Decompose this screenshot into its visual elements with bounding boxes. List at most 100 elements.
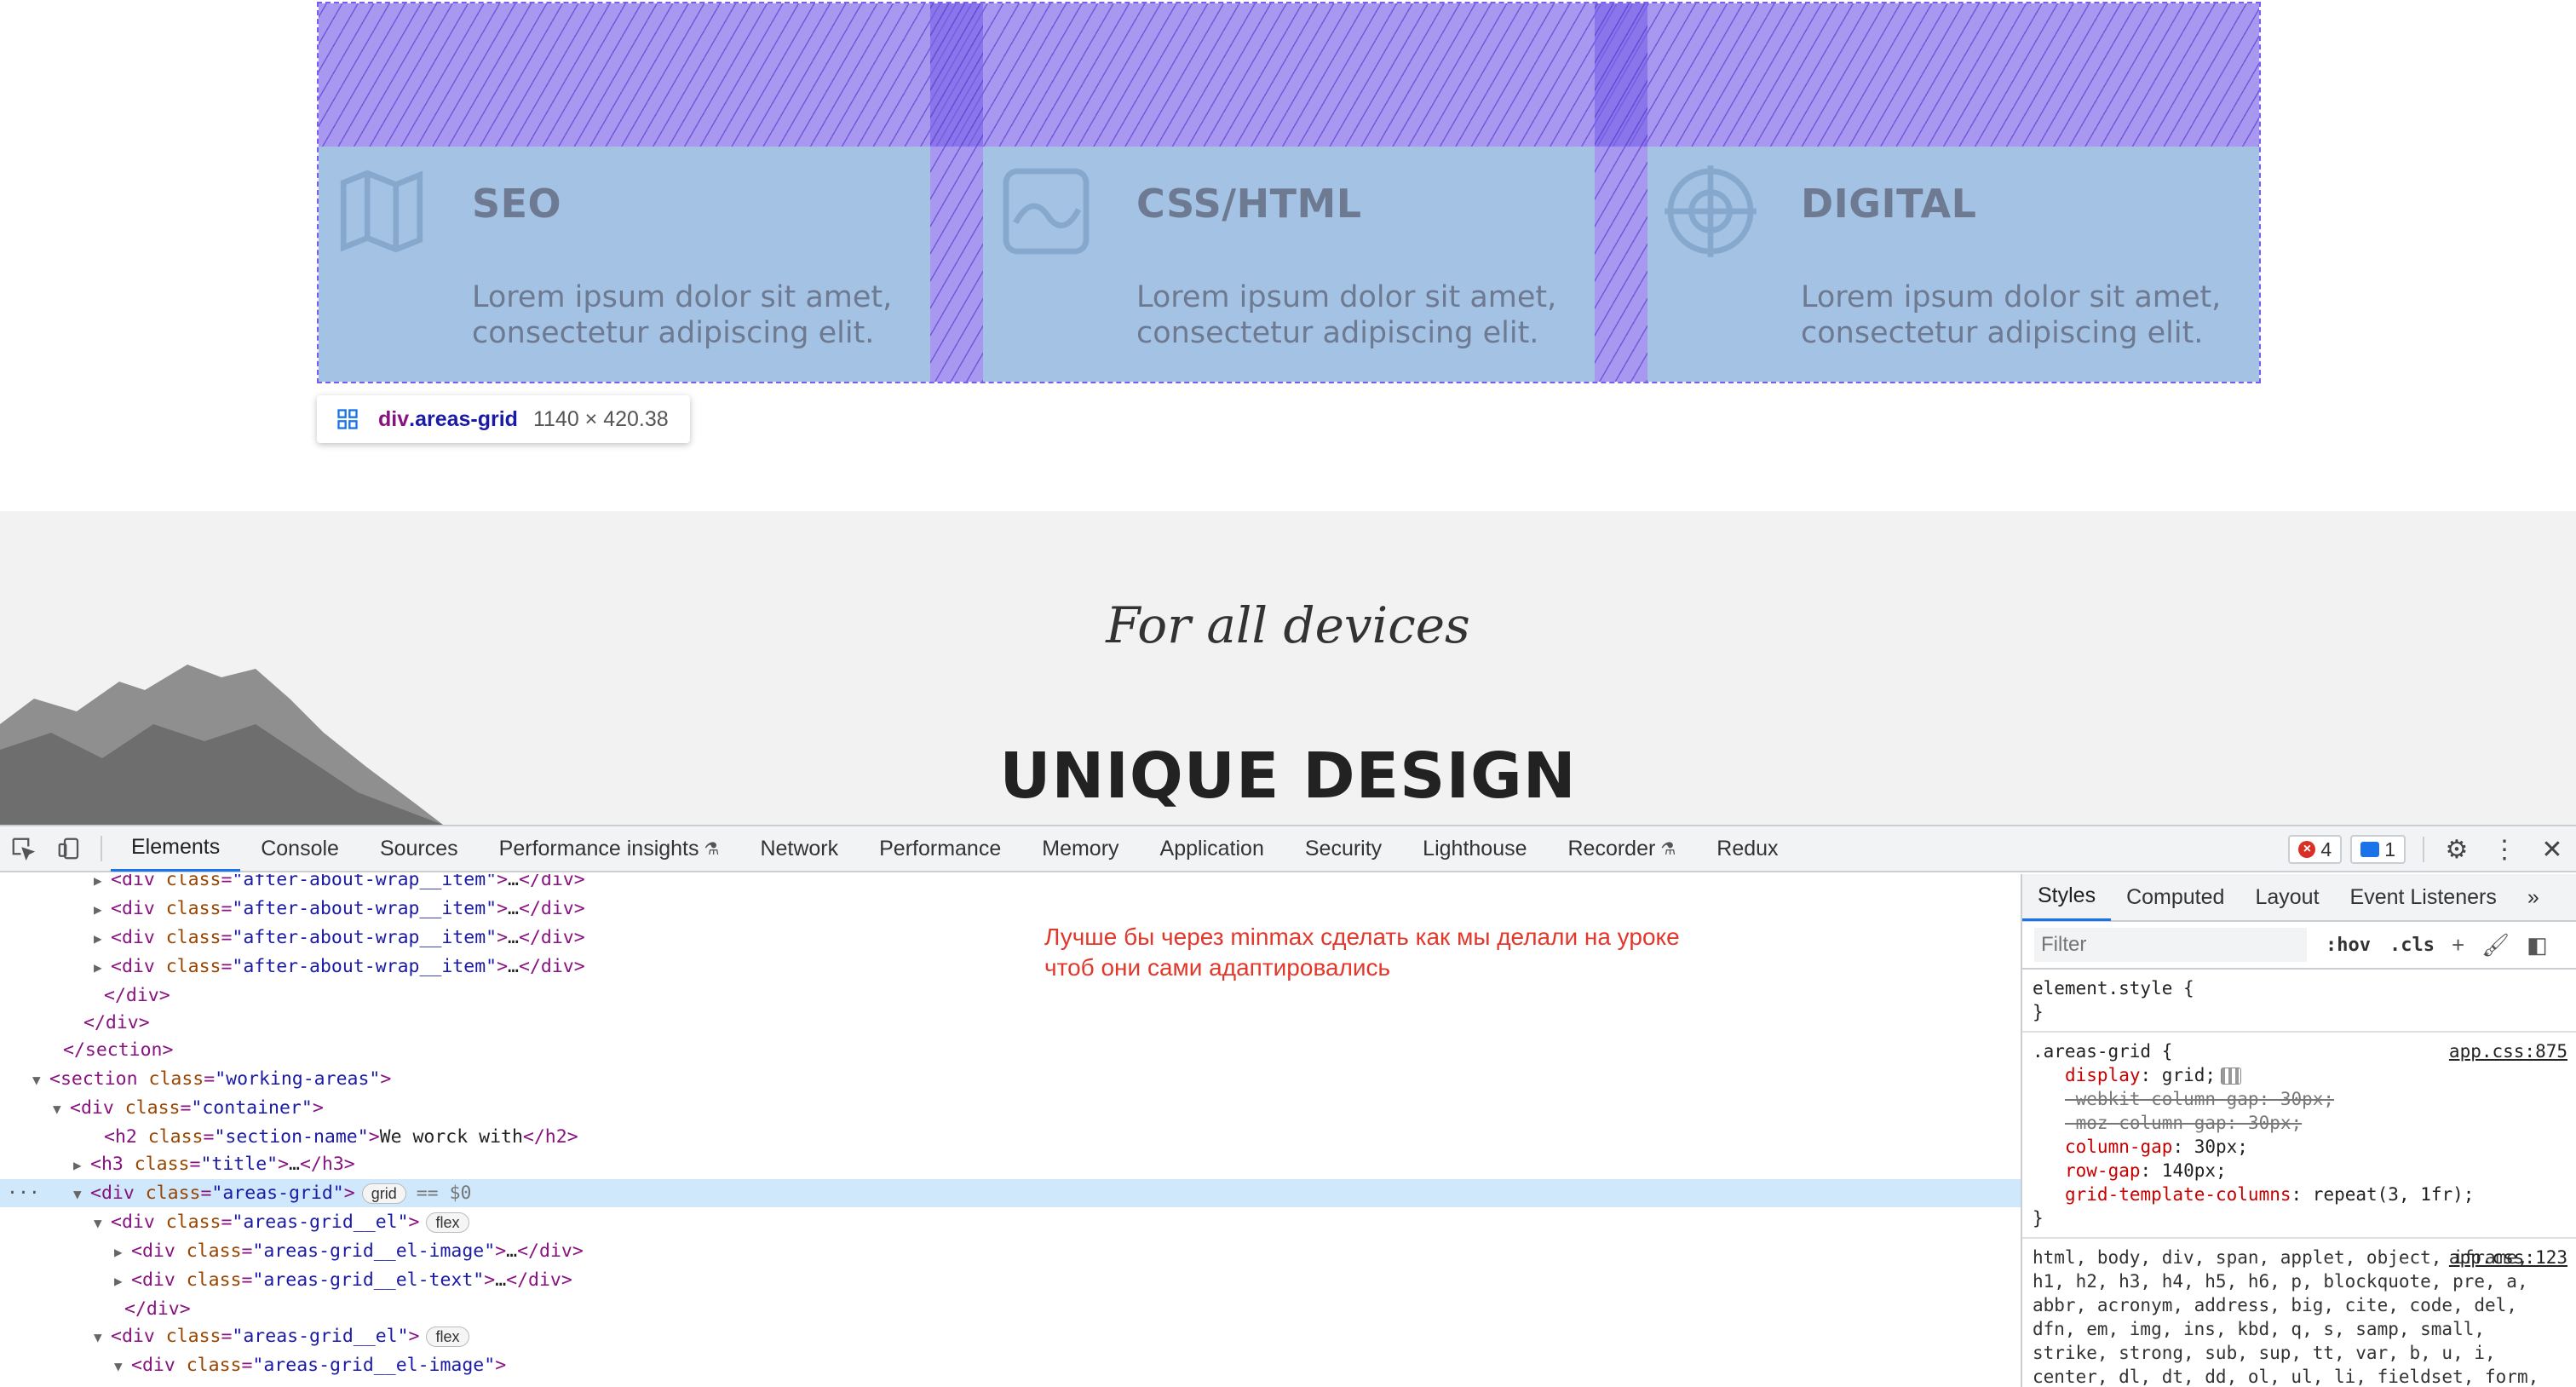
new-rule-icon[interactable]: + — [2452, 932, 2464, 958]
css-declaration[interactable]: column-gap: 30px; — [2033, 1135, 2566, 1159]
area-title: DIGITAL — [1801, 181, 1977, 227]
attribute-value: "after-about-wrap__item" — [232, 956, 497, 977]
attribute-equals: = — [221, 1211, 233, 1233]
css-property-name[interactable]: display — [2065, 1065, 2141, 1085]
collapse-triangle-icon[interactable]: ▼ — [32, 1066, 49, 1094]
tab-sources[interactable]: Sources — [359, 826, 479, 872]
collapse-triangle-icon[interactable]: ▼ — [73, 1180, 90, 1208]
message-count-badge[interactable]: 1 — [2350, 835, 2406, 864]
stylesheet-link[interactable]: app.css:123 — [2449, 1246, 2567, 1269]
devtools-toolbar-right: × 4 1 ⚙ ⋮ ✕ — [2288, 826, 2576, 872]
dom-node-line[interactable]: </section> — [0, 1036, 2021, 1064]
more-tabs-icon[interactable]: » — [2512, 874, 2555, 921]
paint-brush-icon[interactable]: 🖌 — [2481, 932, 2510, 958]
tab-lighthouse[interactable]: Lighthouse — [1402, 826, 1547, 872]
tab-event-listeners[interactable]: Event Listeners — [2335, 874, 2512, 921]
dom-node-line[interactable]: ▶ <h3 class="title">…</h3> — [0, 1150, 2021, 1178]
gear-icon[interactable]: ⚙ — [2433, 826, 2481, 872]
css-property-value[interactable]: : 30px; — [2259, 1089, 2335, 1109]
expand-triangle-icon[interactable]: ▶ — [73, 1151, 90, 1179]
css-property-name[interactable]: grid-template-columns — [2065, 1184, 2291, 1205]
hover-state-toggle[interactable]: :hov — [2326, 935, 2371, 956]
element-style-selector[interactable]: element.style { — [2033, 976, 2566, 1000]
dom-node-line[interactable]: ▶ <div class="areas-grid__el-image">…</di… — [0, 1237, 2021, 1265]
css-property-value[interactable]: : grid; — [2141, 1065, 2217, 1085]
css-declaration[interactable]: row-gap: 140px; — [2033, 1159, 2566, 1183]
css-declaration[interactable]: display: grid; — [2033, 1063, 2566, 1087]
dom-node-line[interactable]: ▼ <div class="areas-grid__el-image"> — [0, 1351, 2021, 1379]
class-toggle[interactable]: .cls — [2389, 935, 2435, 956]
styles-filter-input[interactable] — [2034, 928, 2307, 962]
attribute-name: class — [186, 1240, 242, 1262]
tab-computed[interactable]: Computed — [2111, 874, 2240, 921]
dom-node-line[interactable]: ▼ <div class="areas-grid__el"> flex — [0, 1322, 2021, 1350]
css-property-value[interactable]: : 30px; — [2227, 1113, 2303, 1133]
dom-node-line[interactable]: </div> — [0, 1295, 2021, 1323]
css-declaration[interactable]: -webkit-column-gap: 30px; — [2033, 1087, 2566, 1111]
expand-triangle-icon[interactable]: ▶ — [94, 895, 111, 924]
tab-layout[interactable]: Layout — [2240, 874, 2334, 921]
attribute-name: class — [165, 1326, 221, 1347]
dom-node-line[interactable]: ··· ▼ <div class="areas-grid"> grid == $0 — [0, 1179, 2021, 1207]
node-actions-icon[interactable]: ··· — [7, 1179, 40, 1207]
tab-memory[interactable]: Memory — [1021, 826, 1139, 872]
dom-node-line[interactable]: ▼ <div class="container"> — [0, 1094, 2021, 1122]
collapse-triangle-icon[interactable]: ▼ — [114, 1352, 131, 1380]
dom-node-line[interactable]: </div> — [0, 1009, 2021, 1037]
expand-triangle-icon[interactable]: ▶ — [94, 874, 111, 895]
css-property-name[interactable]: column-gap — [2065, 1137, 2172, 1157]
tab-security[interactable]: Security — [1285, 826, 1402, 872]
tag-name: <div — [111, 1211, 166, 1233]
toggle-sidebar-icon[interactable]: ◧ — [2527, 932, 2548, 958]
tab-recorder[interactable]: Recorder ⚗ — [1548, 826, 1697, 872]
rule-close-brace: } — [2033, 1002, 2044, 1022]
collapse-triangle-icon[interactable]: ▼ — [53, 1095, 70, 1123]
error-count-badge[interactable]: × 4 — [2288, 835, 2343, 864]
dom-node-line[interactable]: ▼ <section class="working-areas"> — [0, 1065, 2021, 1093]
dom-node-line[interactable]: ▼ <div class="areas-grid__el"> flex — [0, 1208, 2021, 1236]
tab-application[interactable]: Application — [1140, 826, 1285, 872]
css-property-value[interactable]: : 30px; — [2172, 1137, 2248, 1157]
attribute-value: "container" — [191, 1097, 313, 1119]
css-property-name[interactable]: -webkit-column-gap — [2065, 1089, 2259, 1109]
css-property-name[interactable]: -moz-column-gap — [2065, 1113, 2227, 1133]
stylesheet-link[interactable]: app.css:875 — [2449, 1039, 2567, 1063]
more-options-icon[interactable]: ⋮ — [2481, 826, 2528, 872]
dom-node-line[interactable]: </div> — [0, 981, 2021, 1010]
attribute-value: "title" — [200, 1154, 279, 1175]
dom-node-line[interactable]: <h2 class="section-name">We worck with</… — [0, 1123, 2021, 1151]
expand-triangle-icon[interactable]: ▶ — [94, 953, 111, 981]
tab-redux[interactable]: Redux — [1696, 826, 1798, 872]
expand-triangle-icon[interactable]: ▶ — [114, 1267, 131, 1295]
tag-bracket: > — [408, 1326, 420, 1347]
error-icon: × — [2298, 841, 2316, 858]
tag-name: <div — [111, 927, 166, 948]
expand-triangle-icon[interactable]: ▶ — [114, 1238, 131, 1266]
tab-performance-insights[interactable]: Performance insights ⚗ — [479, 826, 740, 872]
inspect-element-icon[interactable] — [0, 826, 46, 872]
css-property-value[interactable]: : repeat(3, 1fr); — [2291, 1184, 2475, 1205]
tab-performance[interactable]: Performance — [859, 826, 1021, 872]
css-declaration[interactable]: -moz-column-gap: 30px; — [2033, 1111, 2566, 1135]
dom-node-line[interactable]: ▶ <div class="after-about-wrap__item">…</… — [0, 874, 2021, 894]
collapse-triangle-icon[interactable]: ▼ — [94, 1323, 111, 1351]
expand-triangle-icon[interactable]: ▶ — [94, 924, 111, 952]
tab-elements[interactable]: Elements — [111, 826, 241, 872]
css-declaration[interactable]: grid-template-columns: repeat(3, 1fr); — [2033, 1183, 2566, 1206]
tab-styles[interactable]: Styles — [2022, 874, 2112, 921]
dom-node-line[interactable]: ▶ <div class="after-about-wrap__item">…</… — [0, 895, 2021, 923]
grid-editor-icon[interactable] — [2221, 1068, 2242, 1085]
closing-tag: </div> — [83, 1012, 150, 1033]
collapse-triangle-icon[interactable]: ▼ — [94, 1209, 111, 1237]
css-property-value[interactable]: : 140px; — [2141, 1160, 2227, 1181]
areas-grid[interactable]: SEO Lorem ipsum dolor sit amet, consecte… — [317, 2, 2261, 383]
css-property-name[interactable]: row-gap — [2065, 1160, 2141, 1181]
dom-node-line[interactable]: ▶ <div class="areas-grid__el-text">…</div… — [0, 1266, 2021, 1294]
device-toolbar-icon[interactable] — [46, 826, 92, 872]
tab-network[interactable]: Network — [739, 826, 859, 872]
tab-console[interactable]: Console — [240, 826, 359, 872]
close-icon[interactable]: ✕ — [2528, 826, 2576, 872]
elements-dom-tree[interactable]: ▶ <div class="after-about-wrap__item">…</… — [0, 874, 2021, 1387]
node-content: … — [508, 927, 519, 948]
node-content: … — [508, 874, 519, 890]
